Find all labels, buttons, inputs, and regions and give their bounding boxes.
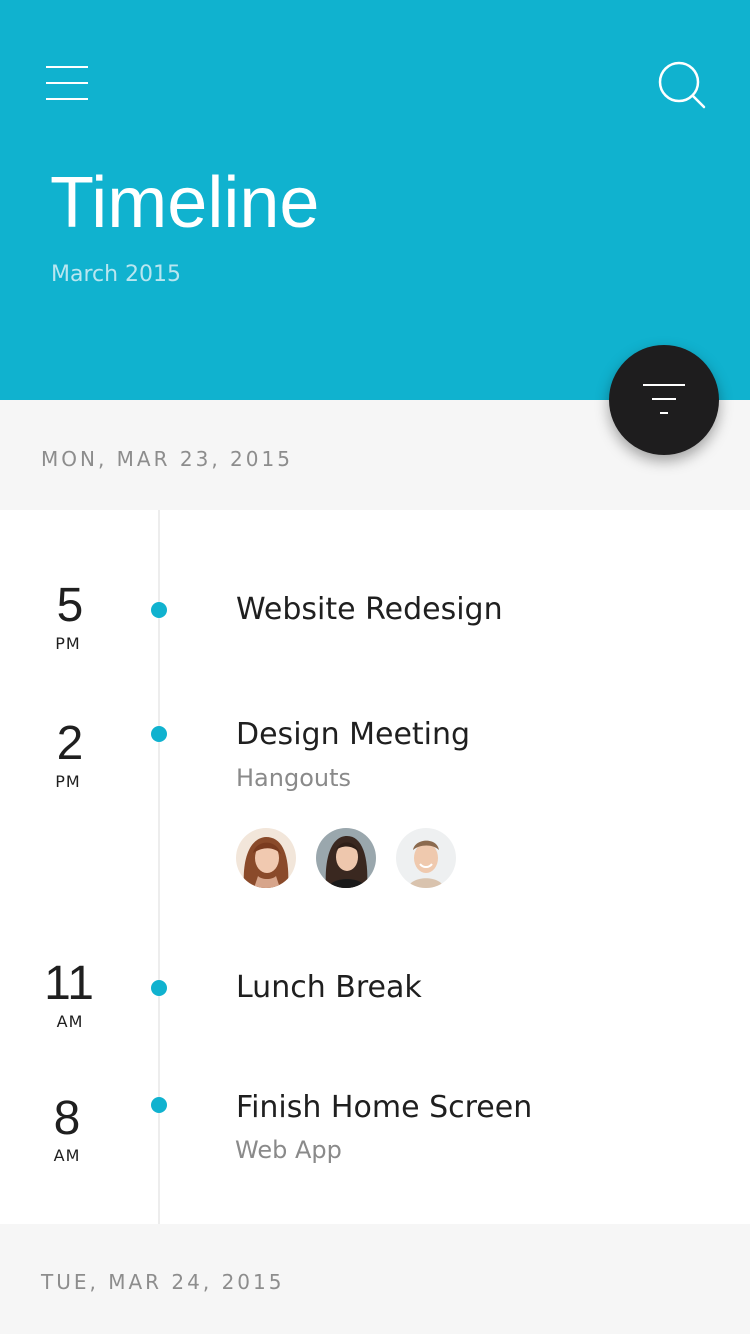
timeline-event[interactable]: 11 AM Lunch Break: [0, 958, 750, 1048]
timeline-event[interactable]: 8 AM Finish Home Screen Web App: [0, 1093, 750, 1193]
event-title[interactable]: Finish Home Screen: [236, 1093, 532, 1123]
page-subtitle: March 2015: [51, 262, 182, 287]
menu-button[interactable]: [46, 64, 88, 104]
day-date: MON, MAR 23, 2015: [41, 447, 293, 471]
avatar-man-smiling: [396, 828, 456, 888]
avatar-woman-red-hair: [236, 828, 296, 888]
event-hour: 8: [53, 1092, 81, 1145]
event-title[interactable]: Lunch Break: [236, 973, 422, 1003]
attendee-avatar[interactable]: [236, 828, 296, 888]
event-subtitle: Web App: [235, 1136, 342, 1164]
filter-icon-bar: [660, 412, 668, 414]
filter-icon-bar: [643, 384, 685, 386]
day-date: TUE, MAR 24, 2015: [41, 1270, 285, 1294]
hamburger-menu-icon: [46, 66, 88, 68]
event-subtitle: Hangouts: [236, 764, 352, 792]
timeline-event[interactable]: 5 PM Website Redesign: [0, 580, 750, 670]
hamburger-menu-icon-bar: [46, 82, 88, 84]
event-title[interactable]: Design Meeting: [236, 720, 470, 750]
search-icon: [658, 61, 706, 109]
timeline-dot: [151, 726, 167, 742]
event-hour: 11: [44, 957, 94, 1010]
timeline-event[interactable]: 2 PM Design Meeting Hangouts: [0, 718, 750, 898]
attendee-avatar[interactable]: [396, 828, 456, 888]
event-period: PM: [55, 634, 81, 653]
filter-icon-bar: [652, 398, 676, 400]
avatar-woman-dark-hair: [316, 828, 376, 888]
timeline-dot: [151, 602, 167, 618]
event-hour: 2: [56, 717, 84, 770]
app-header: Timeline March 2015: [0, 0, 750, 400]
event-period: AM: [56, 1012, 84, 1031]
event-period: AM: [53, 1146, 81, 1165]
search-button[interactable]: [656, 60, 708, 110]
day-header: TUE, MAR 24, 2015: [0, 1224, 750, 1334]
event-hour: 5: [56, 579, 84, 632]
filter-button[interactable]: [609, 345, 719, 455]
event-title[interactable]: Website Redesign: [236, 595, 503, 625]
hamburger-menu-icon-bar: [46, 98, 88, 100]
attendee-avatar[interactable]: [316, 828, 376, 888]
timeline-dot: [151, 1097, 167, 1113]
event-period: PM: [55, 772, 81, 791]
timeline-dot: [151, 980, 167, 996]
page-title: Timeline: [50, 163, 320, 243]
